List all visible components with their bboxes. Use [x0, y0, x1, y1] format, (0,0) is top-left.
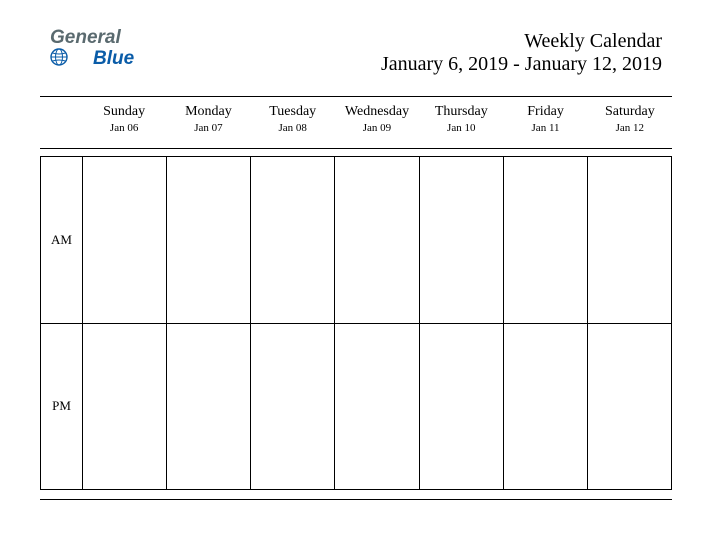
- logo-text-general: General: [50, 28, 134, 48]
- row-label-pm: PM: [41, 324, 83, 490]
- day-header-tuesday: Tuesday Jan 08: [251, 104, 335, 144]
- calendar-cell: [503, 157, 587, 323]
- day-date: Jan 10: [419, 122, 503, 134]
- globe-icon: [50, 48, 68, 71]
- divider-mid: [40, 148, 672, 149]
- day-headers: Sunday Jan 06 Monday Jan 07 Tuesday Jan …: [40, 104, 672, 144]
- day-header-friday: Friday Jan 11: [503, 104, 587, 144]
- divider-bottom: [40, 499, 672, 500]
- row-label-am: AM: [41, 157, 83, 323]
- day-header-thursday: Thursday Jan 10: [419, 104, 503, 144]
- calendar-row-am: AM: [41, 157, 671, 323]
- calendar-cell: [250, 157, 334, 323]
- day-date: Jan 06: [82, 122, 166, 134]
- calendar-cell: [587, 324, 671, 490]
- calendar-row-pm: PM: [41, 323, 671, 490]
- calendar-cell: [419, 324, 503, 490]
- calendar-cell: [503, 324, 587, 490]
- day-name: Saturday: [588, 104, 672, 120]
- calendar-cell: [166, 157, 250, 323]
- day-date: Jan 07: [166, 122, 250, 134]
- day-header-monday: Monday Jan 07: [166, 104, 250, 144]
- day-name: Wednesday: [335, 104, 419, 120]
- row-label-spacer: [40, 104, 82, 144]
- day-name: Friday: [503, 104, 587, 120]
- day-date: Jan 11: [503, 122, 587, 134]
- day-name: Sunday: [82, 104, 166, 120]
- day-header-wednesday: Wednesday Jan 09: [335, 104, 419, 144]
- calendar-cell: [250, 324, 334, 490]
- logo: General Blue: [50, 28, 134, 71]
- calendar-cell: [419, 157, 503, 323]
- calendar-cell: [83, 324, 166, 490]
- calendar-cell: [166, 324, 250, 490]
- day-header-sunday: Sunday Jan 06: [82, 104, 166, 144]
- page-date-range: January 6, 2019 - January 12, 2019: [381, 53, 662, 76]
- divider-top: [40, 96, 672, 97]
- header: General Blue Weekly Calendar January 6, …: [50, 28, 662, 88]
- title-block: Weekly Calendar January 6, 2019 - Januar…: [381, 30, 662, 76]
- calendar-grid: AM PM: [40, 156, 672, 490]
- calendar-cell: [334, 324, 418, 490]
- day-name: Monday: [166, 104, 250, 120]
- day-name: Thursday: [419, 104, 503, 120]
- page-title: Weekly Calendar: [381, 30, 662, 53]
- day-date: Jan 12: [588, 122, 672, 134]
- calendar-cell: [334, 157, 418, 323]
- calendar-cell: [83, 157, 166, 323]
- day-date: Jan 09: [335, 122, 419, 134]
- day-header-saturday: Saturday Jan 12: [588, 104, 672, 144]
- day-date: Jan 08: [251, 122, 335, 134]
- calendar-cell: [587, 157, 671, 323]
- logo-text-blue: Blue: [93, 49, 134, 69]
- day-name: Tuesday: [251, 104, 335, 120]
